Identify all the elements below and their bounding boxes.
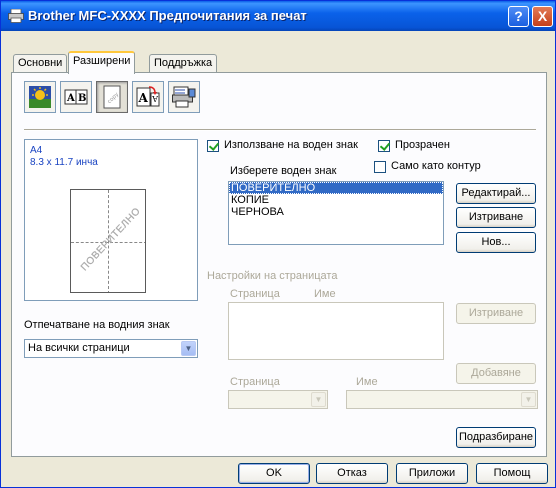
chevron-down-icon[interactable]: ▼ — [311, 392, 326, 407]
printer-preferences-window: Brother MFC-XXXX Предпочитания за печат … — [0, 0, 556, 488]
advanced-tab-panel: A B copy A A A4 8.3 x 11.7 инча ПОВЕРИТЕ… — [11, 72, 547, 457]
printer-icon — [8, 9, 24, 23]
ok-button[interactable]: OK — [238, 463, 310, 484]
new-button[interactable]: Нов... — [456, 232, 536, 253]
toolbar-separator — [24, 129, 536, 131]
transparent-label: Прозрачен — [395, 139, 450, 151]
page-column-header: Страница — [230, 288, 280, 300]
tab-advanced[interactable]: Разширени — [68, 51, 136, 74]
device-options-icon — [172, 86, 196, 108]
outline-only-label: Само като контур — [391, 160, 481, 172]
page-delete-button[interactable]: Изтриване — [456, 303, 536, 324]
paper-name: A4 — [30, 145, 43, 156]
close-button[interactable]: X — [532, 6, 553, 27]
paper-dimensions: 8.3 x 11.7 инча — [30, 157, 98, 168]
tab-support[interactable]: Поддръжка — [149, 54, 218, 73]
outline-only-check[interactable] — [374, 161, 386, 173]
preview-watermark-text: ПОВЕРИТЕЛНО — [79, 205, 143, 274]
edit-button[interactable]: Редактирай... — [456, 183, 536, 204]
print-watermark-value: На всички страници — [28, 342, 130, 354]
device-options-button[interactable] — [168, 81, 200, 113]
name-select[interactable]: ▼ — [346, 390, 538, 409]
help-title-button[interactable]: ? — [508, 6, 529, 27]
color-quality-button[interactable] — [24, 81, 56, 113]
tab-basic[interactable]: Основни — [13, 54, 68, 73]
use-watermark-check[interactable] — [207, 140, 219, 152]
color-quality-icon — [29, 86, 51, 108]
scaling-icon: A B — [64, 89, 88, 105]
chevron-down-icon[interactable]: ▼ — [181, 341, 196, 356]
window-title: Brother MFC-XXXX Предпочитания за печат — [28, 8, 307, 23]
watermark-icon: copy — [103, 85, 121, 109]
preview-paper: ПОВЕРИТЕЛНО — [70, 189, 146, 293]
page-setting-button[interactable]: A A — [132, 81, 164, 113]
page-setting-icon: A A — [136, 86, 160, 107]
svg-text:A: A — [138, 91, 149, 105]
add-button[interactable]: Добавяне — [456, 363, 536, 384]
list-item[interactable]: КОПИЕ — [229, 194, 443, 206]
transparent-check[interactable] — [378, 140, 390, 152]
svg-text:B: B — [78, 93, 86, 104]
list-item[interactable]: ПОВЕРИТЕЛНО — [229, 182, 443, 194]
page-settings-list[interactable] — [228, 302, 444, 360]
page-preview: A4 8.3 x 11.7 инча ПОВЕРИТЕЛНО — [24, 139, 198, 301]
name-column-header: Име — [314, 288, 336, 300]
page-settings-title: Настройки на страницата — [207, 270, 338, 282]
paper-size-text: A4 8.3 x 11.7 инча — [30, 145, 98, 169]
name-field-label: Име — [356, 376, 378, 388]
watermark-button[interactable]: copy — [96, 81, 128, 113]
cancel-button[interactable]: Отказ — [316, 463, 388, 484]
scaling-button[interactable]: A B — [60, 81, 92, 113]
help-button[interactable]: Помощ — [476, 463, 548, 484]
list-item[interactable]: ЧЕРНОВА — [229, 206, 443, 218]
watermark-list[interactable]: ПОВЕРИТЕЛНО КОПИЕ ЧЕРНОВА — [228, 181, 444, 245]
default-button[interactable]: Подразбиране — [456, 427, 536, 448]
print-watermark-label: Отпечатване на водния знак — [24, 319, 170, 331]
chevron-down-icon[interactable]: ▼ — [521, 392, 536, 407]
delete-button[interactable]: Изтриване — [456, 207, 536, 228]
select-watermark-label: Изберете воден знак — [230, 165, 337, 177]
svg-text:A: A — [66, 93, 75, 104]
apply-button[interactable]: Приложи — [396, 463, 468, 484]
title-bar[interactable]: Brother MFC-XXXX Предпочитания за печат … — [1, 1, 555, 31]
print-watermark-select[interactable]: На всички страници ▼ — [24, 339, 198, 358]
page-field-label: Страница — [230, 376, 280, 388]
svg-text:A: A — [152, 94, 159, 103]
use-watermark-label: Използване на воден знак — [224, 139, 358, 151]
page-select[interactable]: ▼ — [228, 390, 328, 409]
